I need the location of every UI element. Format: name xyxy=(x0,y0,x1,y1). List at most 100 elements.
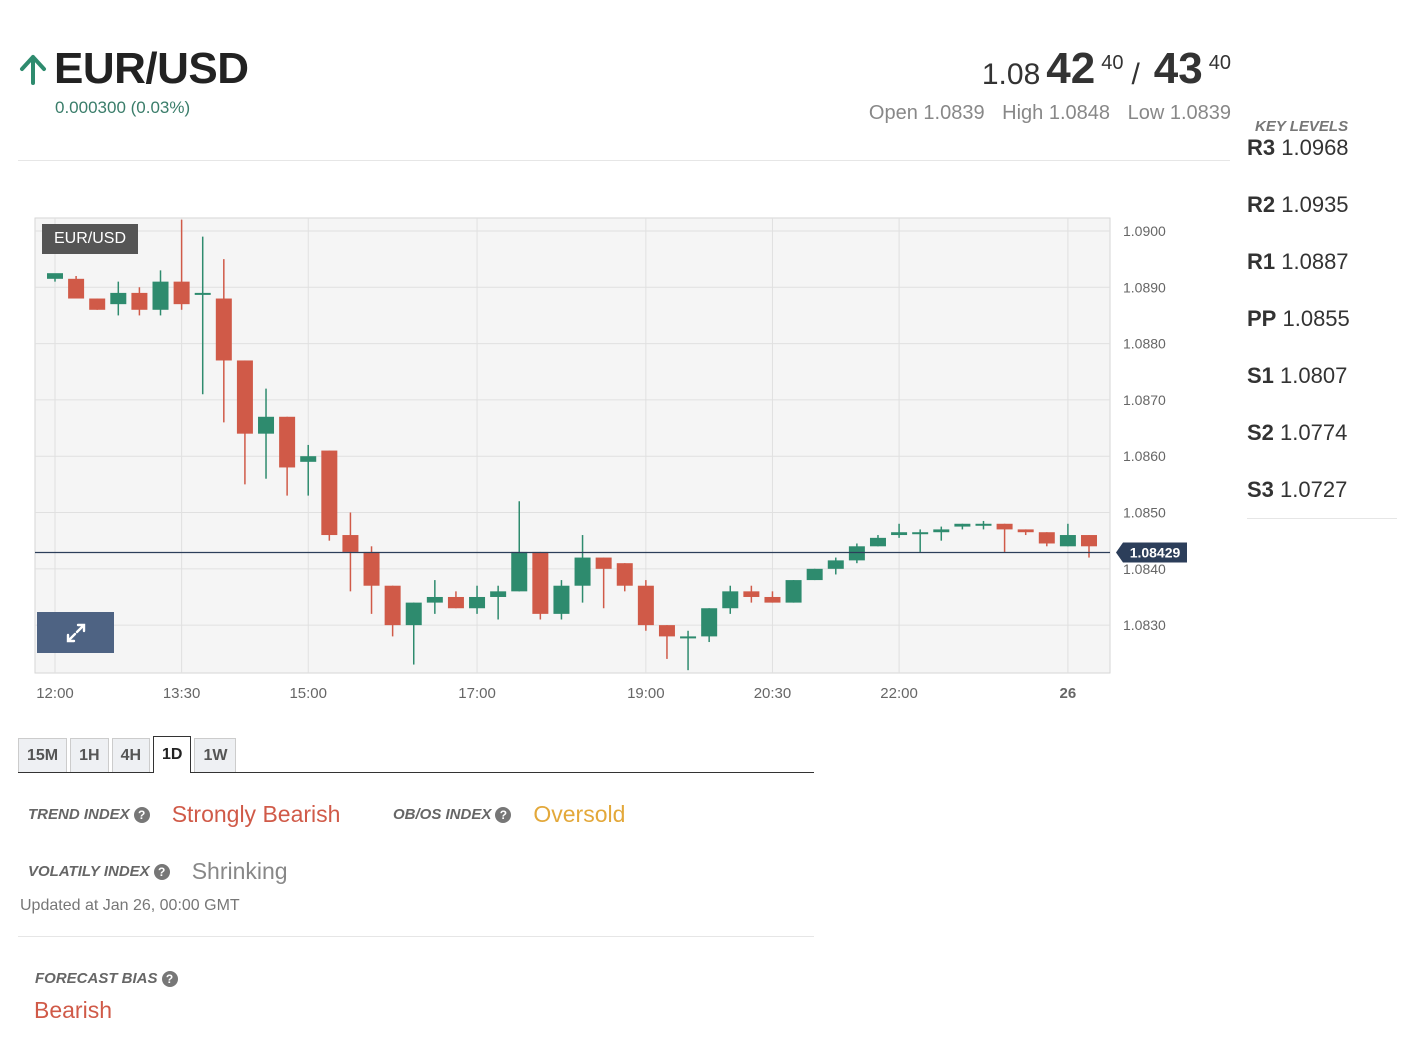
key-level-pp: PP 1.0855 xyxy=(1247,306,1397,363)
ask-big-figure: 43 xyxy=(1153,44,1203,93)
expand-icon xyxy=(66,623,85,642)
x-tick-label: 12:00 xyxy=(36,685,74,702)
candle-body xyxy=(469,596,486,609)
y-tick-label: 1.0880 xyxy=(1123,336,1166,352)
candle-body xyxy=(848,546,865,561)
candle-body xyxy=(258,416,275,434)
price-chart[interactable]: 1.0900 1.0890 1.0880 1.0870 1.0860 1.0850 1.08… xyxy=(0,200,1230,720)
open-value: Open 1.0839 xyxy=(868,102,985,124)
updated-timestamp: Updated at Jan 26, 00:00 GMT xyxy=(20,897,240,914)
candle-body xyxy=(1081,535,1097,547)
question-icon[interactable]: ? xyxy=(133,806,150,823)
trend-index-label: TREND INDEX xyxy=(28,806,130,823)
question-icon[interactable]: ? xyxy=(495,806,512,823)
candle-body xyxy=(722,591,739,609)
x-tick-label: 17:00 xyxy=(458,685,496,702)
forecast-bias: FORECAST BIAS ? xyxy=(35,970,178,987)
candle-body xyxy=(321,450,338,536)
key-level-name: S2 xyxy=(1247,420,1274,445)
candle-body xyxy=(785,580,802,603)
candle-body xyxy=(300,456,317,462)
low-value: Low 1.0839 xyxy=(1127,102,1231,124)
candle-body xyxy=(764,596,781,603)
candle-body xyxy=(384,585,401,626)
candle-body xyxy=(532,551,549,614)
candle-body xyxy=(975,523,992,526)
candle-body xyxy=(89,298,106,310)
key-level-value: 1.0968 xyxy=(1281,135,1349,160)
key-level-r1: R1 1.0887 xyxy=(1247,249,1397,306)
candlestick-chart[interactable]: 1.0900 1.0890 1.0880 1.0870 1.0860 1.0850 1.08… xyxy=(0,200,1230,720)
obos-index-label: OB/OS INDEX xyxy=(393,806,492,823)
key-level-name: PP xyxy=(1247,306,1277,331)
candle-body xyxy=(574,557,591,586)
bid-pip: 40 xyxy=(1101,52,1124,74)
key-level-value: 1.0807 xyxy=(1280,363,1348,388)
arrow-up-icon xyxy=(20,55,46,85)
candle-body xyxy=(131,292,148,310)
candle-body xyxy=(363,551,380,586)
x-tick-label: 13:30 xyxy=(163,685,201,702)
key-level-r3: R3 1.0968 xyxy=(1247,135,1397,192)
pair-name: EUR/USD xyxy=(54,44,249,93)
forecast-bias-value: Bearish xyxy=(34,997,112,1023)
candle-body xyxy=(1017,529,1034,533)
candle-body xyxy=(806,568,823,581)
tab-4h[interactable]: 4H xyxy=(111,738,151,772)
candle-body xyxy=(490,591,507,597)
key-level-value: 1.0774 xyxy=(1280,420,1348,445)
candle-body xyxy=(553,585,570,614)
x-tick-label: 20:30 xyxy=(754,685,792,702)
key-level-s2: S2 1.0774 xyxy=(1247,420,1397,477)
current-price-label: 1.08429 xyxy=(1130,544,1181,560)
ask-pip: 40 xyxy=(1208,52,1231,74)
header-divider xyxy=(18,160,1230,161)
y-tick-label: 1.0850 xyxy=(1123,505,1166,521)
y-tick-label: 1.0890 xyxy=(1123,279,1166,295)
key-level-value: 1.0935 xyxy=(1281,192,1349,217)
volatility-index-value: Shrinking xyxy=(191,858,288,884)
high-value: High 1.0848 xyxy=(1002,102,1111,124)
trend-index-value: Strongly Bearish xyxy=(171,801,341,827)
candle-body xyxy=(152,281,169,310)
section-divider xyxy=(18,936,814,937)
plot-area xyxy=(34,217,1111,674)
candle-body xyxy=(869,537,886,547)
candle-body xyxy=(447,596,464,609)
tab-1d[interactable]: 1D xyxy=(153,736,192,773)
candle-body xyxy=(110,292,127,305)
candle-body xyxy=(954,523,971,527)
key-level-name: S3 xyxy=(1247,477,1274,502)
ohl-row: Open 1.0839 High 1.0848 Low 1.0839 xyxy=(857,102,1231,125)
candle-body xyxy=(236,360,253,434)
bid-big-figure: 42 xyxy=(1046,44,1096,93)
candle-body xyxy=(194,292,211,295)
candle-body xyxy=(616,563,633,586)
x-tick-label: 19:00 xyxy=(627,685,665,702)
candle-body xyxy=(891,532,908,536)
candle-body xyxy=(342,535,359,552)
timeframe-tabs: 15M 1H 4H 1D 1W xyxy=(18,736,814,773)
key-level-value: 1.0855 xyxy=(1282,306,1350,331)
expand-chart-button[interactable] xyxy=(37,612,114,653)
question-icon[interactable]: ? xyxy=(161,970,178,987)
key-level-name: S1 xyxy=(1247,363,1274,388)
y-tick-label: 1.0870 xyxy=(1123,392,1166,408)
obos-index-value: Oversold xyxy=(533,801,626,827)
key-level-s3: S3 1.0727 xyxy=(1247,477,1397,534)
key-level-s1: S1 1.0807 xyxy=(1247,363,1397,420)
candle-body xyxy=(933,529,950,533)
tab-1h[interactable]: 1H xyxy=(70,738,109,772)
pair-change: 0.000300 (0.03%) xyxy=(55,98,191,117)
trend-index: TREND INDEX ? Strongly Bearish xyxy=(28,801,340,828)
tab-1w[interactable]: 1W xyxy=(194,738,237,772)
candle-body xyxy=(215,298,232,361)
key-level-name: R3 xyxy=(1247,135,1276,160)
forecast-bias-label: FORECAST BIAS xyxy=(35,970,158,987)
obos-index: OB/OS INDEX ? Oversold xyxy=(393,801,625,828)
tab-15m[interactable]: 15M xyxy=(18,738,68,772)
candle-body xyxy=(827,560,844,569)
key-levels-divider xyxy=(1247,518,1397,519)
question-icon[interactable]: ? xyxy=(153,863,170,880)
candle-body xyxy=(595,557,612,569)
